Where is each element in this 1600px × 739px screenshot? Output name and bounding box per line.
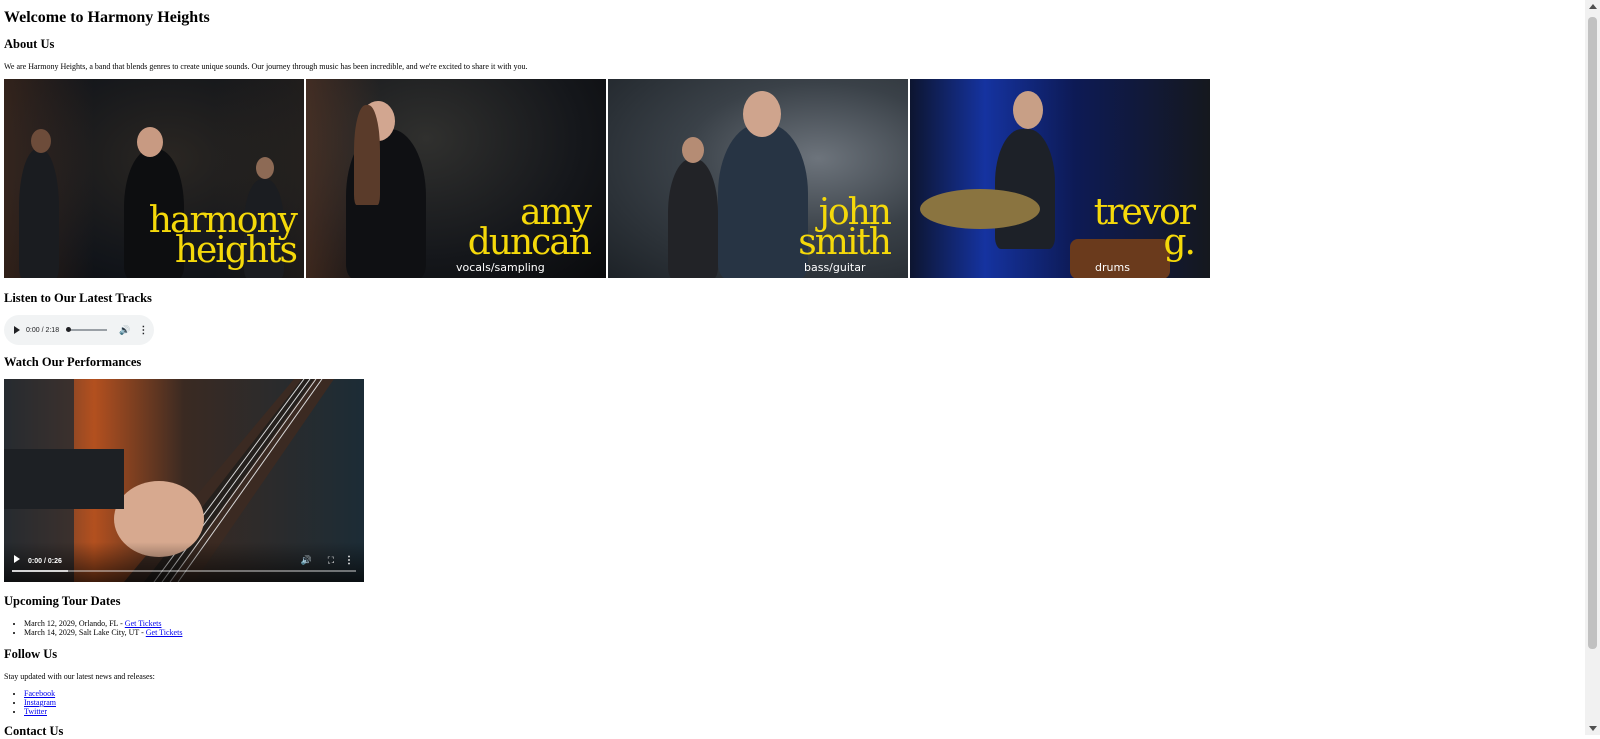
more-options-icon[interactable]: ⋮ xyxy=(138,325,148,336)
about-heading: About Us xyxy=(4,37,55,51)
follow-text: Stay updated with our latest news and re… xyxy=(4,672,155,681)
tour-dates-list: March 12, 2029, Orlando, FL - Get Ticket… xyxy=(4,619,182,637)
scrollbar-thumb[interactable] xyxy=(1588,17,1597,649)
tile-name: john smith xyxy=(798,192,892,263)
scroll-down-arrow-icon[interactable] xyxy=(1589,726,1597,731)
social-links-list: Facebook Instagram Twitter xyxy=(4,689,56,716)
drummer-photo: trevor g. drums xyxy=(910,79,1210,278)
tour-heading: Upcoming Tour Dates xyxy=(4,594,121,608)
volume-icon[interactable]: 🔊 xyxy=(119,325,130,336)
tracks-heading: Listen to Our Latest Tracks xyxy=(4,291,152,305)
audio-seek-bar[interactable] xyxy=(66,327,108,332)
follow-heading: Follow Us xyxy=(4,647,58,661)
tile-role: bass/guitar xyxy=(804,261,866,274)
member-gallery: harmony heights amy duncan vocals/sampling… xyxy=(4,79,1210,278)
tile-name: trevor g. xyxy=(1093,192,1196,263)
play-icon[interactable] xyxy=(14,326,20,334)
tour-date-item: March 12, 2029, Orlando, FL - Get Ticket… xyxy=(24,619,182,628)
singer-photo: amy duncan vocals/sampling xyxy=(306,79,606,278)
audio-player[interactable]: 0:00 / 2:18 🔊 ⋮ xyxy=(4,315,154,345)
bassist-photo: john smith bass/guitar xyxy=(608,79,908,278)
vertical-scrollbar[interactable] xyxy=(1585,0,1600,735)
social-item: Twitter xyxy=(24,707,56,716)
twitter-link[interactable]: Twitter xyxy=(24,707,47,716)
social-item: Facebook xyxy=(24,689,56,698)
page-title: Welcome to Harmony Heights xyxy=(4,9,210,26)
get-tickets-link[interactable]: Get Tickets xyxy=(146,628,183,637)
tour-date-item: March 14, 2029, Salt Lake City, UT - Get… xyxy=(24,628,182,637)
social-item: Instagram xyxy=(24,698,56,707)
play-icon[interactable] xyxy=(14,555,20,563)
tile-role: vocals/sampling xyxy=(456,261,545,274)
facebook-link[interactable]: Facebook xyxy=(24,689,55,698)
band-photo: harmony heights xyxy=(4,79,304,278)
tour-date-text: March 14, 2029, Salt Lake City, UT - xyxy=(24,628,146,637)
contact-heading: Contact Us xyxy=(4,724,64,738)
video-player[interactable]: 0:00 / 0:26 🔊 ⛶ ⋮ xyxy=(4,379,364,582)
video-controls: 0:00 / 0:26 🔊 ⛶ ⋮ xyxy=(4,542,364,582)
tour-date-text: March 12, 2029, Orlando, FL - xyxy=(24,619,125,628)
tile-role: drums xyxy=(1095,261,1130,274)
fullscreen-icon[interactable]: ⛶ xyxy=(328,555,334,566)
scroll-up-arrow-icon[interactable] xyxy=(1589,4,1597,9)
instagram-link[interactable]: Instagram xyxy=(24,698,56,707)
audio-time: 0:00 / 2:18 xyxy=(26,326,60,334)
more-options-icon[interactable]: ⋮ xyxy=(344,555,354,566)
tile-name: amy duncan xyxy=(467,192,592,263)
tile-name: harmony heights xyxy=(148,200,298,271)
volume-icon[interactable]: 🔊 xyxy=(301,555,312,566)
video-seek-bar[interactable] xyxy=(12,570,356,572)
about-text: We are Harmony Heights, a band that blen… xyxy=(4,62,528,71)
get-tickets-link[interactable]: Get Tickets xyxy=(125,619,162,628)
video-time: 0:00 / 0:26 xyxy=(28,558,62,565)
performances-heading: Watch Our Performances xyxy=(4,355,142,369)
